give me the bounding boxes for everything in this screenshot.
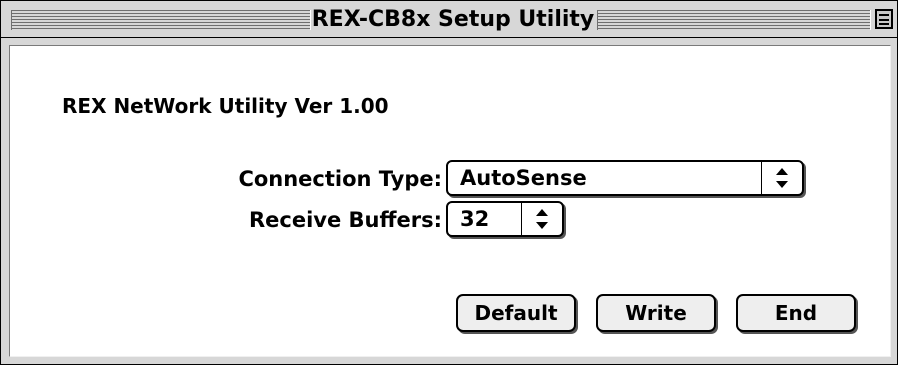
collapse-box-icon[interactable] (875, 9, 893, 29)
title-bar[interactable]: REX-CB8x Setup Utility (1, 1, 897, 38)
write-button[interactable]: Write (596, 294, 716, 332)
receive-buffers-popup[interactable]: 32 (446, 201, 564, 237)
connection-type-value: AutoSense (460, 166, 587, 190)
updown-arrows-icon (761, 162, 802, 194)
receive-buffers-label: Receive Buffers: (248, 208, 442, 232)
connection-type-label: Connection Type: (238, 167, 442, 191)
title-bar-stripes-right (597, 10, 871, 30)
title-bar-stripes-left (11, 10, 311, 30)
updown-arrows-icon (521, 203, 562, 235)
connection-type-popup[interactable]: AutoSense (446, 160, 804, 196)
end-button[interactable]: End (736, 294, 856, 332)
receive-buffers-value: 32 (460, 207, 490, 231)
setup-utility-window: REX-CB8x Setup Utility REX NetWork Utili… (0, 0, 898, 365)
content-panel: REX NetWork Utility Ver 1.00 Connection … (9, 45, 891, 357)
utility-version-heading: REX NetWork Utility Ver 1.00 (62, 94, 389, 118)
window-title: REX-CB8x Setup Utility (311, 7, 595, 32)
default-button[interactable]: Default (456, 294, 576, 332)
